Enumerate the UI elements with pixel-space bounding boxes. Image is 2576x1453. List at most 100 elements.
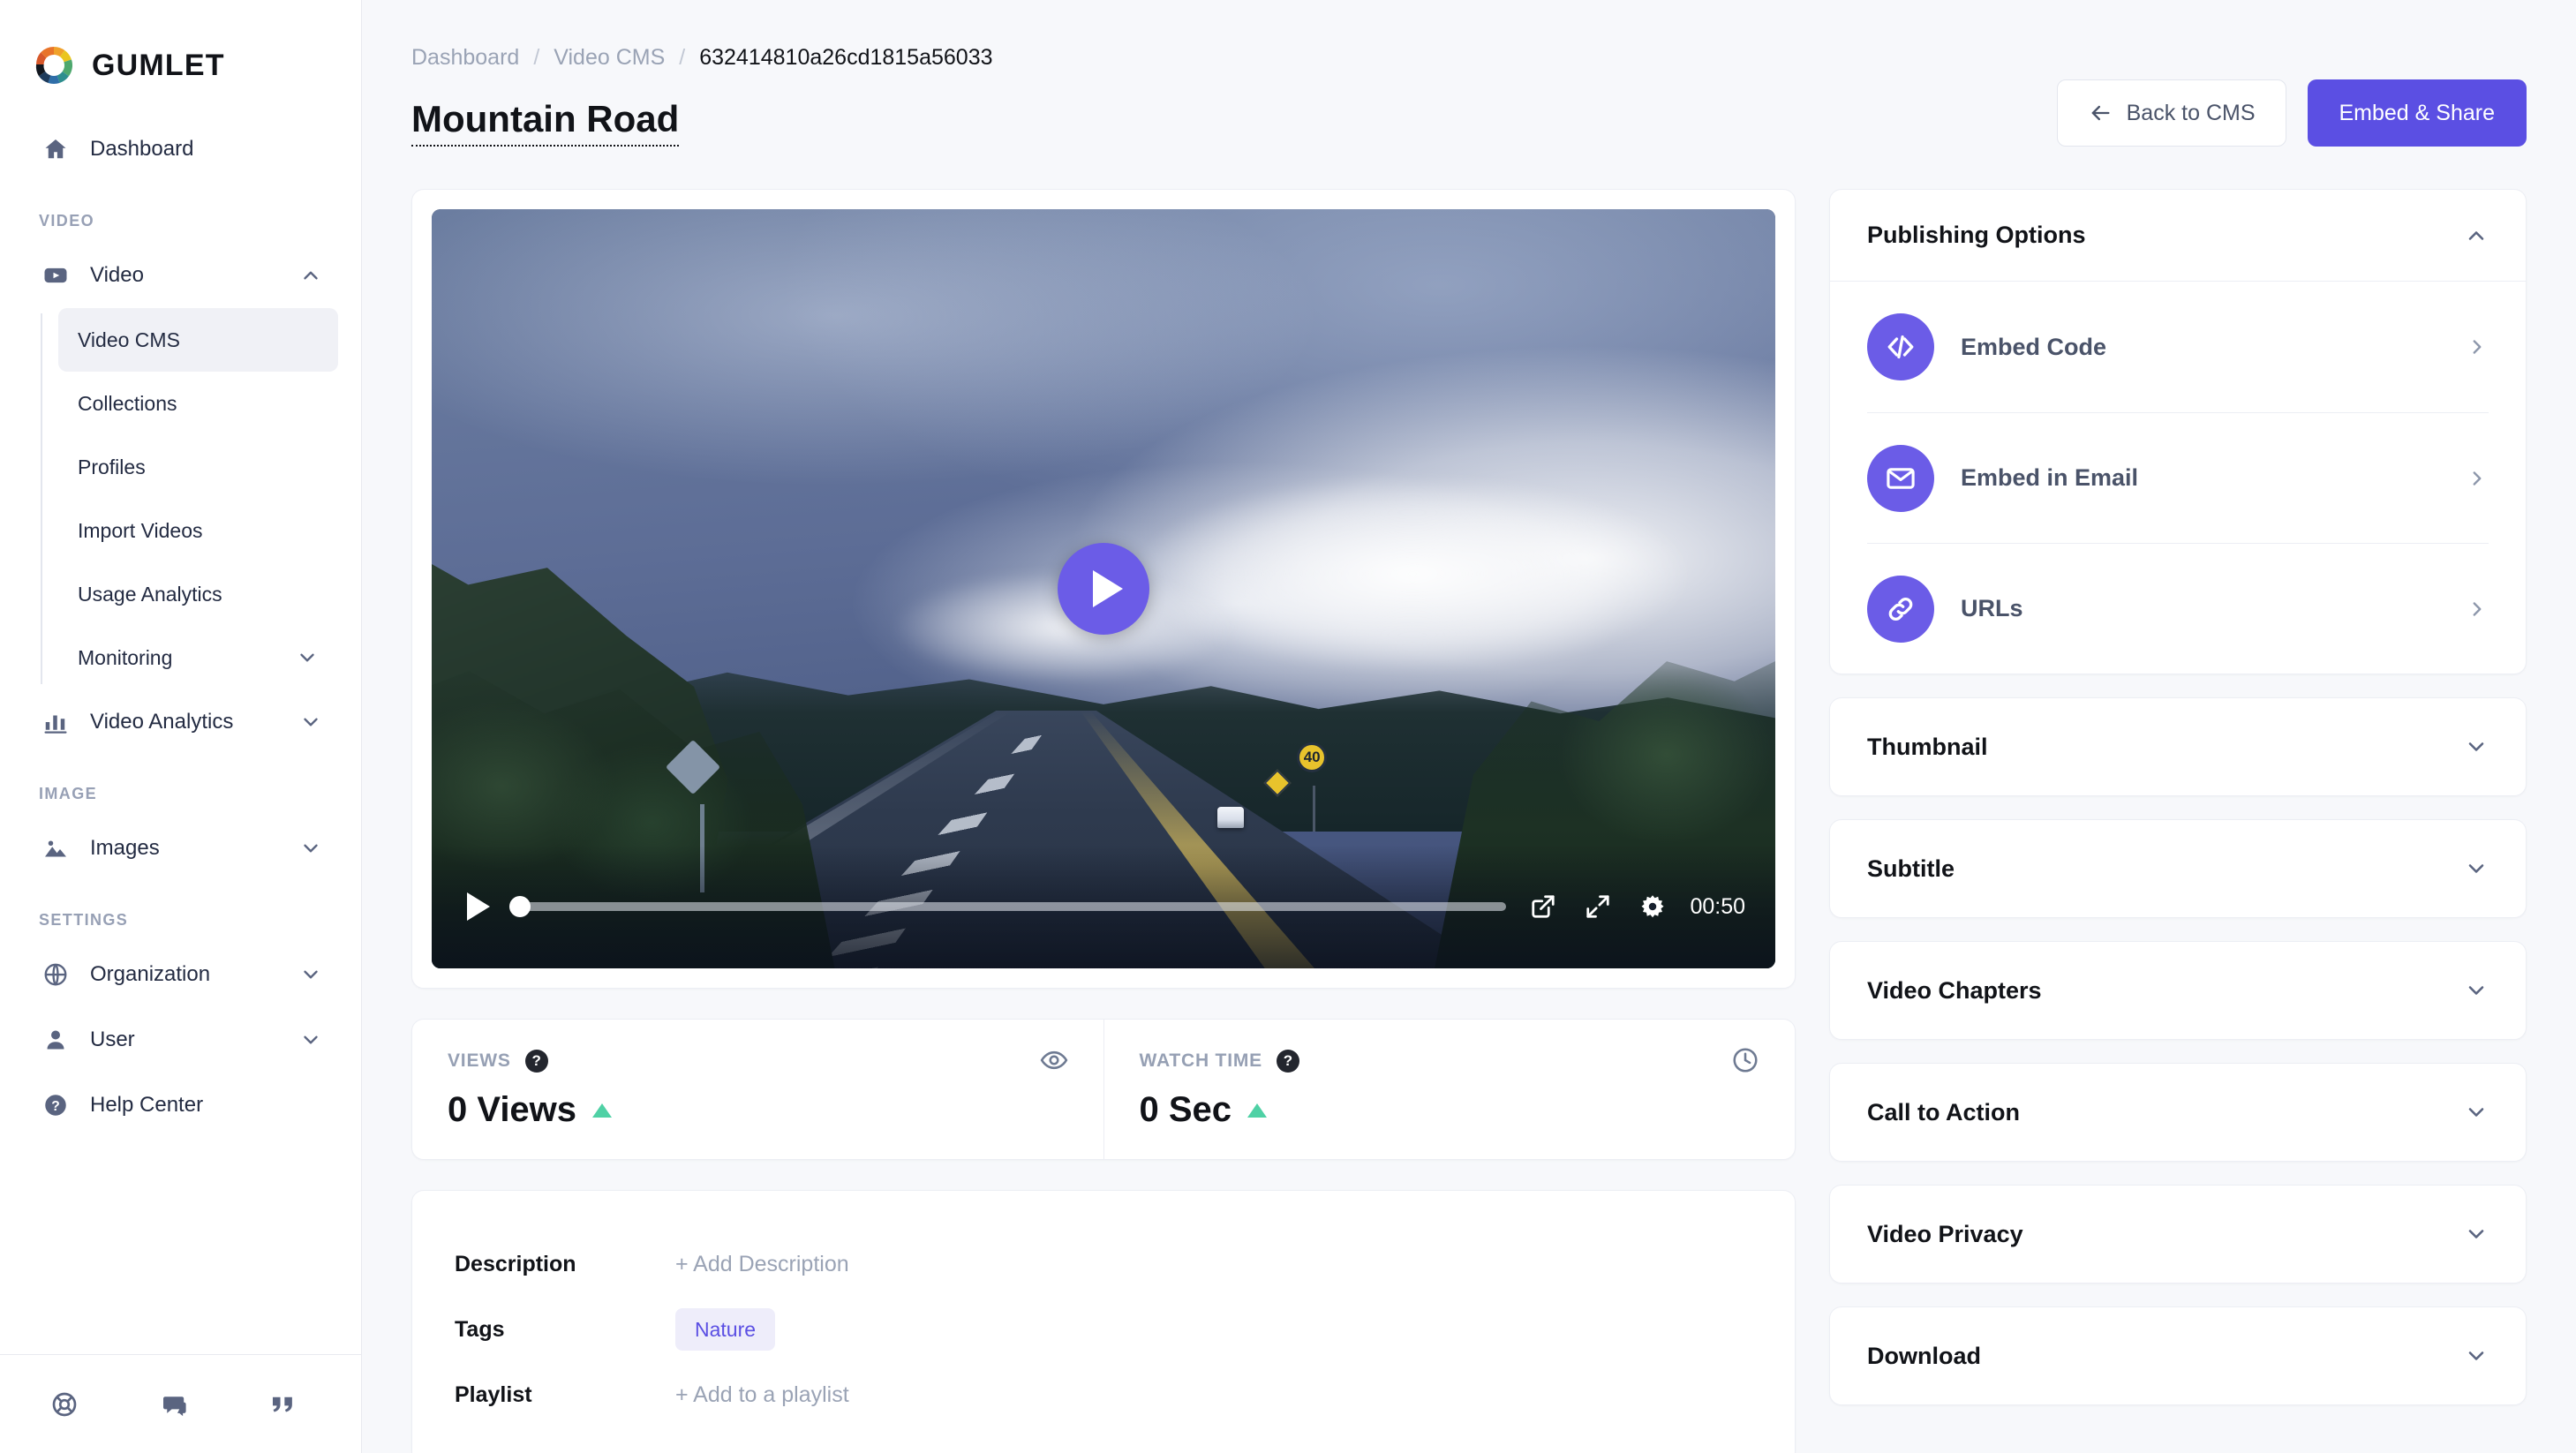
main-content: Dashboard / Video CMS / 632414810a26cd18… [362, 0, 2576, 1453]
code-icon [1867, 313, 1934, 381]
sidebar-item-profiles[interactable]: Profiles [58, 435, 338, 499]
sidebar-item-user[interactable]: User [23, 1007, 338, 1073]
chevron-down-icon[interactable] [2464, 1100, 2489, 1125]
tag-chip[interactable]: Nature [675, 1308, 776, 1351]
chevron-down-icon[interactable] [2464, 1344, 2489, 1368]
sidebar-item-label: Video [90, 263, 144, 287]
gear-icon[interactable] [1635, 889, 1670, 924]
sidebar-item-help-center[interactable]: ? Help Center [23, 1073, 338, 1138]
chevron-down-icon[interactable] [296, 646, 319, 669]
publishing-option-embed-in-email[interactable]: Embed in Email [1867, 412, 2489, 543]
back-to-cms-button[interactable]: Back to CMS [2056, 79, 2286, 147]
accordion-subtitle[interactable]: Subtitle [1829, 819, 2527, 919]
video-play-button[interactable] [1058, 543, 1149, 636]
publishing-option-urls[interactable]: URLs [1867, 543, 2489, 674]
eye-icon [1040, 1046, 1068, 1074]
brand-logo[interactable]: GUMLET [0, 0, 361, 97]
breadcrumb-separator: / [533, 44, 540, 70]
chevron-down-icon[interactable] [299, 711, 322, 734]
stat-value: 0 Sec [1139, 1090, 1232, 1130]
stat-views: VIEWS ? 0 Views [412, 1020, 1103, 1159]
breadcrumb-separator: / [679, 44, 686, 70]
chevron-right-icon [2466, 598, 2489, 621]
meta-label: Playlist [455, 1381, 532, 1407]
link-icon [1867, 575, 1934, 643]
globe-icon [39, 958, 72, 991]
chevron-up-icon[interactable] [299, 264, 322, 287]
sidebar-item-images[interactable]: Images [23, 816, 338, 881]
sidebar-item-video[interactable]: Video [23, 243, 338, 308]
chat-bubble-icon[interactable] [159, 1389, 189, 1419]
embed-and-share-button[interactable]: Embed & Share [2307, 79, 2527, 147]
accordion-thumbnail[interactable]: Thumbnail [1829, 697, 2527, 797]
stat-label: WATCH TIME [1139, 1050, 1262, 1072]
chevron-down-icon[interactable] [2464, 978, 2489, 1003]
sidebar-item-video-analytics[interactable]: Video Analytics [23, 689, 338, 755]
accordion-download[interactable]: Download [1829, 1306, 2527, 1406]
stat-value-row: 0 Sec [1140, 1090, 1760, 1130]
fullscreen-icon[interactable] [1580, 889, 1616, 924]
publishing-option-label: URLs [1961, 595, 2023, 622]
add-description-button[interactable]: + Add Description [675, 1252, 849, 1277]
sidebar-item-organization[interactable]: Organization [23, 942, 338, 1007]
envelope-icon [1867, 444, 1934, 512]
help-circle-icon: ? [39, 1088, 72, 1122]
accordion-label: Subtitle [1867, 854, 1955, 882]
lifebuoy-icon[interactable] [49, 1389, 79, 1419]
publishing-options-header[interactable]: Publishing Options [1830, 190, 2526, 282]
quote-icon[interactable] [268, 1389, 298, 1419]
sidebar-item-import-videos[interactable]: Import Videos [58, 499, 338, 562]
chevron-down-icon[interactable] [299, 837, 322, 860]
accordion-label: Video Chapters [1867, 976, 2042, 1004]
sidebar-item-label: Help Center [90, 1093, 204, 1117]
back-to-cms-label: Back to CMS [2126, 100, 2256, 125]
chevron-down-icon[interactable] [2464, 856, 2489, 881]
stat-value: 0 Views [448, 1090, 577, 1130]
sidebar-item-usage-analytics[interactable]: Usage Analytics [58, 562, 338, 626]
external-link-icon[interactable] [1525, 889, 1561, 924]
chevron-down-icon[interactable] [2464, 1222, 2489, 1246]
sidebar-item-label: Images [90, 836, 160, 860]
page-title[interactable]: Mountain Road [411, 98, 680, 147]
svg-text:?: ? [51, 1099, 60, 1114]
right-column: Publishing Options Embed Code Embed in E… [1829, 189, 2527, 1453]
stat-value-row: 0 Views [448, 1090, 1068, 1130]
add-to-playlist-button[interactable]: + Add to a playlist [675, 1382, 849, 1408]
video-scene-van [1217, 807, 1245, 829]
accordion-call-to-action[interactable]: Call to Action [1829, 1063, 2527, 1163]
sidebar-item-video-cms[interactable]: Video CMS [58, 308, 338, 372]
help-tooltip-icon[interactable]: ? [1276, 1050, 1299, 1073]
accordion-video-privacy[interactable]: Video Privacy [1829, 1185, 2527, 1284]
publishing-option-label: Embed in Email [1961, 464, 2139, 492]
stat-header: VIEWS ? [448, 1050, 1068, 1073]
accordion-label: Download [1867, 1342, 1981, 1369]
seek-handle[interactable] [509, 896, 531, 918]
topbar: Dashboard / Video CMS / 632414810a26cd18… [362, 0, 2576, 147]
accordion-video-chapters[interactable]: Video Chapters [1829, 941, 2527, 1041]
chevron-down-icon[interactable] [299, 963, 322, 986]
video-player[interactable]: 40 00:50 [432, 209, 1775, 969]
app-root: GUMLET Dashboard VIDEO Video Video CMS C… [0, 0, 2576, 1453]
trend-up-icon [592, 1103, 613, 1118]
video-time-display: 00:50 [1690, 893, 1745, 919]
breadcrumb-video-cms[interactable]: Video CMS [554, 45, 665, 71]
seek-bar[interactable] [509, 896, 1507, 918]
meta-row-tags: Tags Nature [455, 1297, 1752, 1362]
seek-track [509, 902, 1507, 912]
play-icon[interactable] [467, 892, 490, 922]
chevron-down-icon[interactable] [2464, 734, 2489, 759]
stats-card: VIEWS ? 0 Views WATCH TIME ? 0 Sec [411, 1019, 1796, 1161]
sidebar-item-monitoring[interactable]: Monitoring [58, 626, 338, 689]
sidebar-item-dashboard[interactable]: Dashboard [23, 117, 338, 182]
chevron-down-icon[interactable] [299, 1028, 322, 1051]
sidebar-nav: Dashboard VIDEO Video Video CMS Collecti… [0, 97, 361, 1354]
sidebar-item-collections[interactable]: Collections [58, 372, 338, 435]
publishing-option-embed-code[interactable]: Embed Code [1867, 282, 2489, 412]
help-tooltip-icon[interactable]: ? [524, 1050, 548, 1073]
chevron-up-icon[interactable] [2464, 223, 2489, 248]
accordion-label: Thumbnail [1867, 733, 1988, 760]
trend-up-icon [1247, 1103, 1268, 1118]
sidebar-item-label: Monitoring [78, 645, 173, 669]
breadcrumb-dashboard[interactable]: Dashboard [411, 45, 519, 71]
video-scene-sign-pole [1313, 786, 1316, 832]
